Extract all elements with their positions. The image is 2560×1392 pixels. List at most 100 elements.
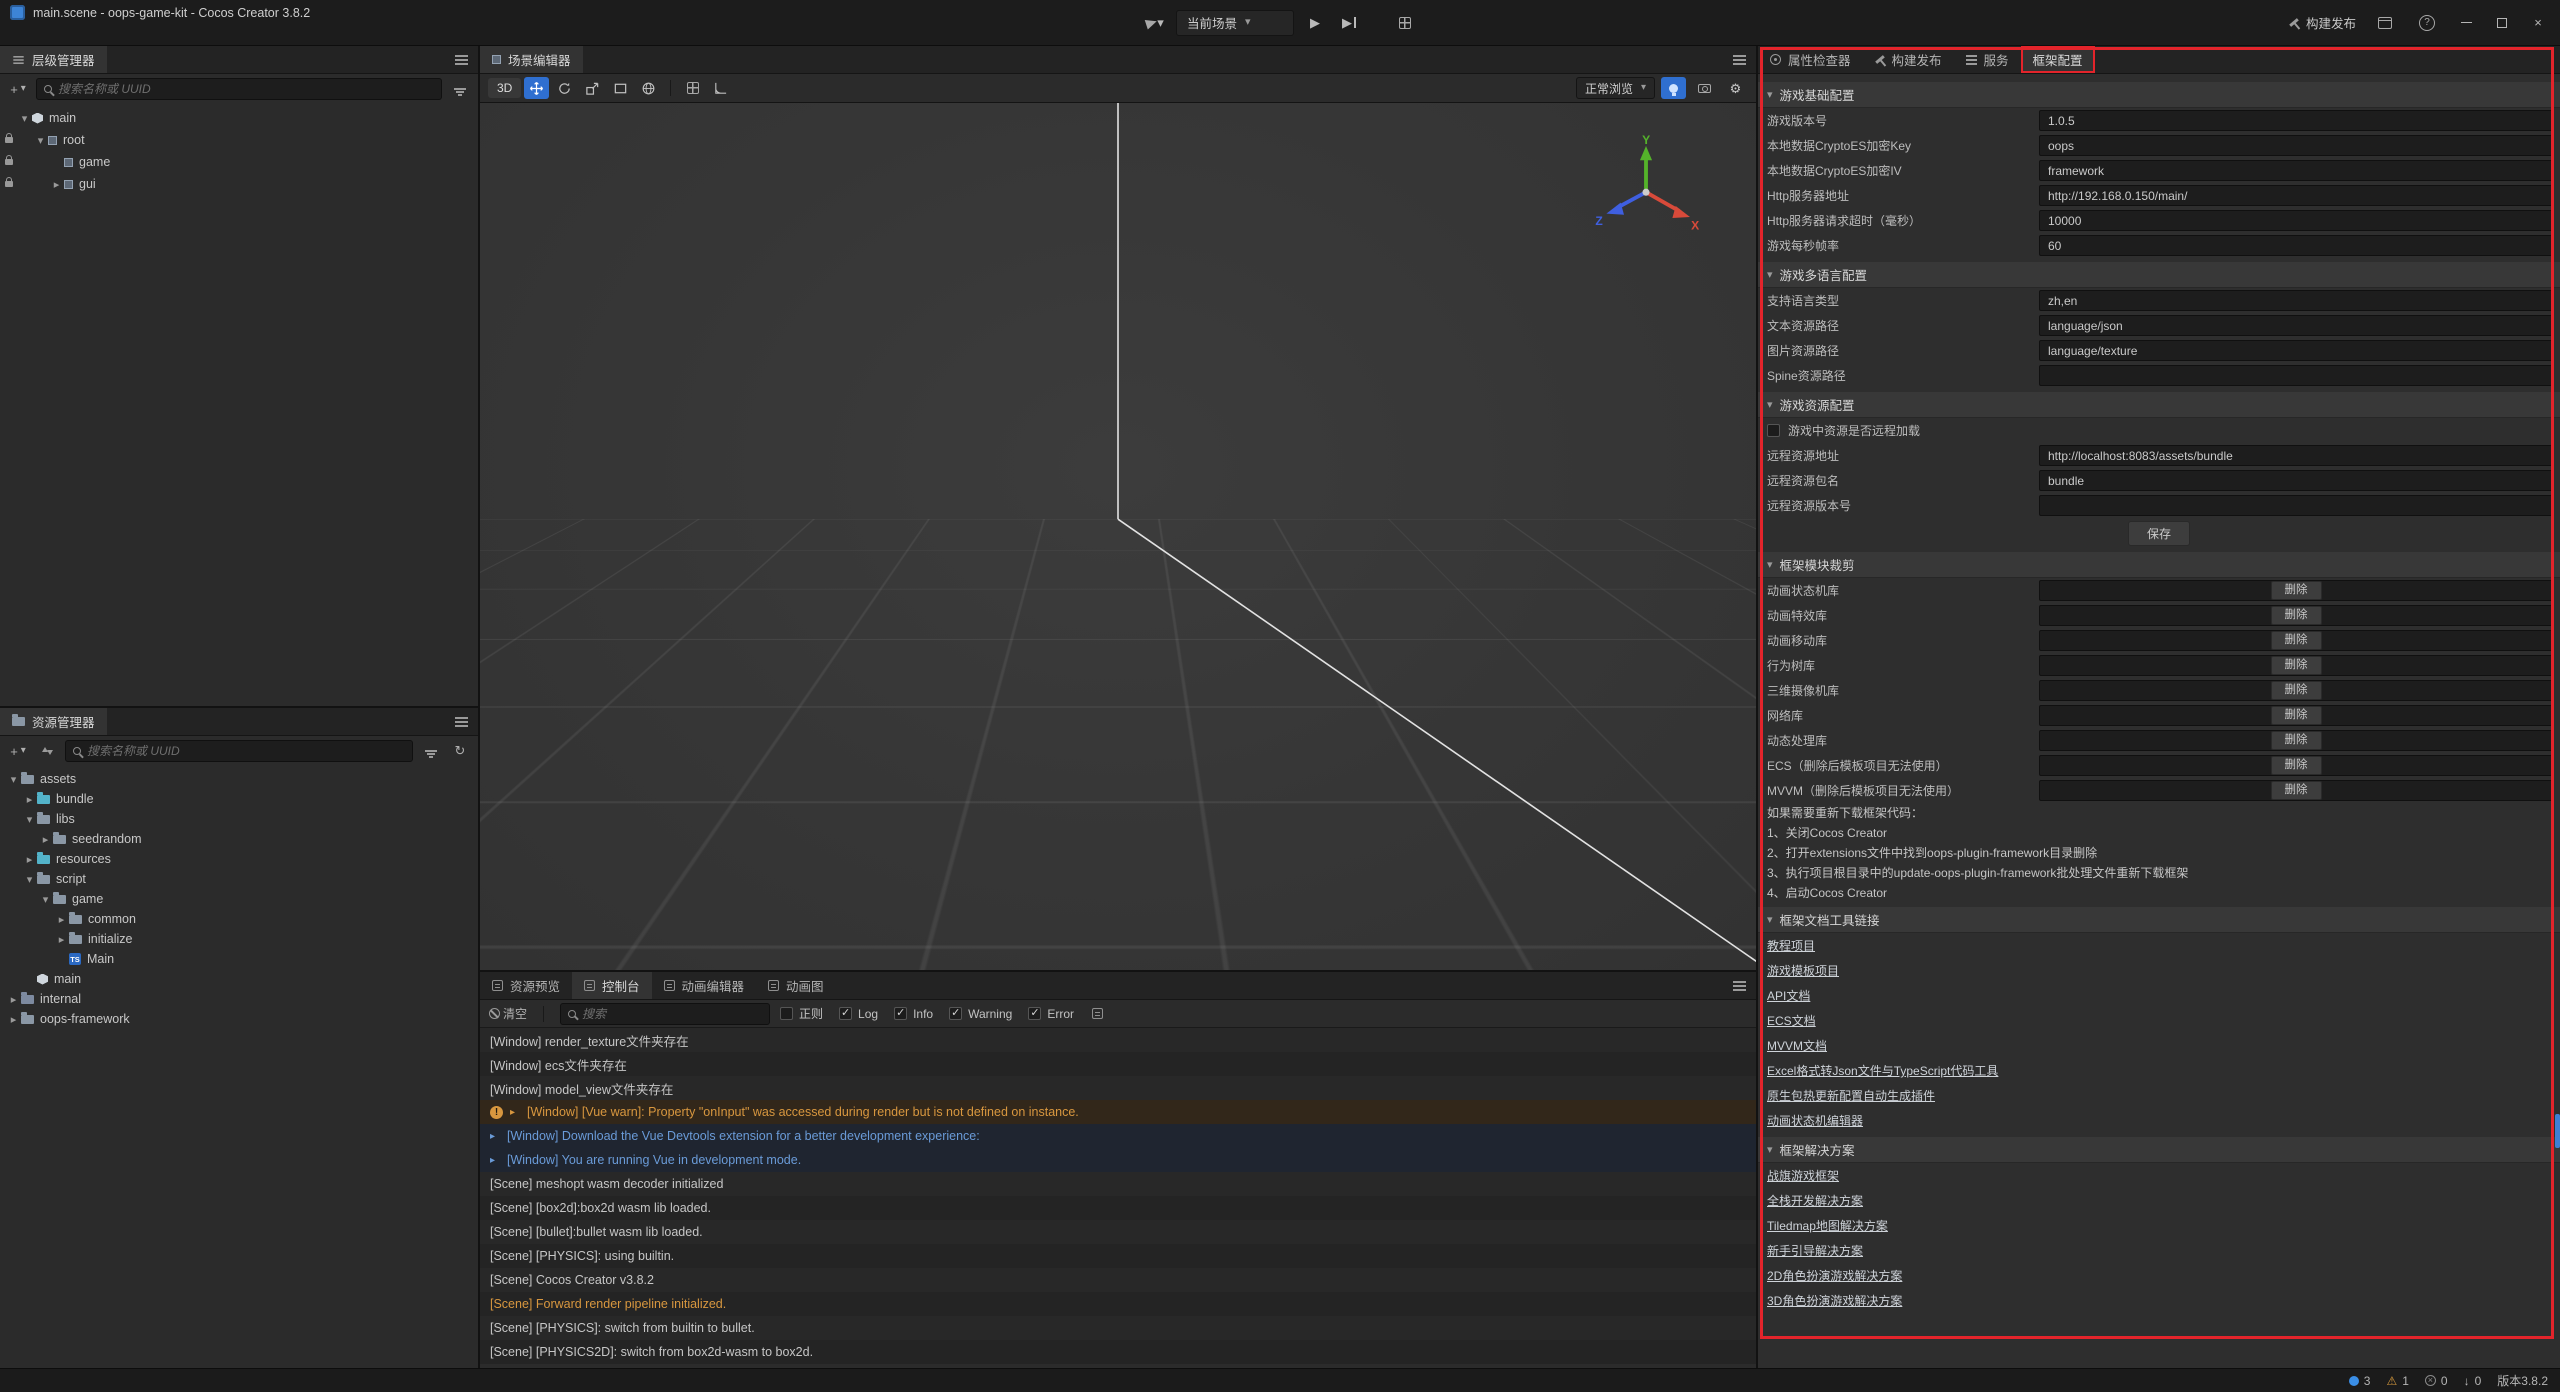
asset-item[interactable]: TSMain	[0, 949, 478, 969]
chevron-down-icon[interactable]: ▾	[33, 134, 48, 147]
assets-filter-button[interactable]	[420, 740, 442, 762]
chevron-down-icon[interactable]: ▾	[6, 773, 21, 786]
snap-angle-button[interactable]	[708, 77, 733, 99]
chevron-right-icon[interactable]: ▸	[54, 933, 69, 946]
assets-search-input[interactable]	[87, 744, 405, 758]
field-input[interactable]: http://192.168.0.150/main/	[2039, 185, 2553, 206]
section-header[interactable]: ▾游戏资源配置	[1758, 392, 2560, 418]
log-entry[interactable]: [Window] render_texture文件夹存在	[480, 1028, 1756, 1052]
tab-build[interactable]: 构建发布	[1863, 46, 1954, 73]
field-input[interactable]: language/texture	[2039, 340, 2553, 361]
delete-module-button[interactable]: 删除	[2271, 731, 2322, 750]
checkbox[interactable]	[1767, 424, 1780, 437]
chevron-right-icon[interactable]: ▸	[22, 793, 37, 806]
asset-item[interactable]: main	[0, 969, 478, 989]
doc-link[interactable]: 新手引导解决方案	[1767, 1242, 1863, 1259]
create-node-button[interactable]: + ▾	[7, 78, 29, 100]
asset-item[interactable]: ▸oops-framework	[0, 1009, 478, 1029]
hierarchy-search-input[interactable]	[58, 82, 434, 96]
minimize-button[interactable]	[2456, 13, 2476, 33]
chevron-right-icon[interactable]: ▸	[54, 913, 69, 926]
log-entry[interactable]: [Window] model_view文件夹存在	[480, 1076, 1756, 1100]
log-entry[interactable]: [Scene] [bullet]:bullet wasm lib loaded.	[480, 1220, 1756, 1244]
asset-item[interactable]: ▾script	[0, 869, 478, 889]
section-header[interactable]: ▾框架文档工具链接	[1758, 907, 2560, 933]
tab-assets[interactable]: 资源管理器	[0, 708, 107, 735]
console-tab[interactable]: 资源预览	[480, 972, 572, 999]
delete-module-button[interactable]: 删除	[2271, 631, 2322, 650]
scene-camera-button[interactable]	[1692, 77, 1717, 99]
field-input[interactable]	[2039, 495, 2553, 516]
scrollbar-thumb[interactable]	[2555, 1114, 2560, 1148]
log-entry[interactable]: [Scene] [PHYSICS]: using builtin.	[480, 1244, 1756, 1268]
checkbox[interactable]	[949, 1007, 962, 1020]
scale-tool-button[interactable]	[580, 77, 605, 99]
hierarchy-node[interactable]: ▾main	[0, 107, 478, 129]
log-entry[interactable]: [Scene] [PHYSICS2D]: switch from box2d-w…	[480, 1340, 1756, 1364]
console-tab[interactable]: 动画图	[756, 972, 836, 999]
tab-scene-editor[interactable]: 场景编辑器	[480, 46, 583, 73]
delete-module-button[interactable]: 删除	[2271, 606, 2322, 625]
section-header[interactable]: ▾框架模块裁剪	[1758, 552, 2560, 578]
chevron-right-icon[interactable]: ▸	[22, 853, 37, 866]
doc-link[interactable]: API文档	[1767, 987, 1810, 1004]
warning-counter[interactable]: ⚠ 1	[2386, 1374, 2408, 1388]
step-button[interactable]: ▶	[1336, 10, 1362, 36]
asset-item[interactable]: ▸seedrandom	[0, 829, 478, 849]
doc-link[interactable]: ECS文档	[1767, 1012, 1816, 1029]
package-manager-button[interactable]	[2372, 10, 2398, 36]
scene-select[interactable]: 当前场景 ▾	[1176, 10, 1294, 36]
chevron-down-icon[interactable]: ▾	[22, 813, 37, 826]
field-input[interactable]: language/json	[2039, 315, 2553, 336]
field-input[interactable]: 60	[2039, 235, 2553, 256]
asset-item[interactable]: ▸initialize	[0, 929, 478, 949]
delete-module-button[interactable]: 删除	[2271, 706, 2322, 725]
chevron-right-icon[interactable]: ▸	[6, 1013, 21, 1026]
log-entry[interactable]: [Window] ecs文件夹存在	[480, 1052, 1756, 1076]
log-filter-error[interactable]: Error	[1028, 1007, 1074, 1021]
tab-service[interactable]: 服务	[1954, 46, 2021, 73]
sort-assets-button[interactable]	[36, 740, 58, 762]
asset-item[interactable]: ▾game	[0, 889, 478, 909]
doc-link[interactable]: 全栈开发解决方案	[1767, 1192, 1863, 1209]
log-entry[interactable]: ▸[Window] You are running Vue in develop…	[480, 1148, 1756, 1172]
field-input[interactable]: http://localhost:8083/assets/bundle	[2039, 445, 2553, 466]
tab-framework-config[interactable]: 框架配置	[2021, 46, 2095, 73]
move-tool-button[interactable]	[524, 77, 549, 99]
doc-link[interactable]: Excel格式转Json文件与TypeScript代码工具	[1767, 1062, 1998, 1079]
log-filter-info[interactable]: Info	[894, 1007, 933, 1021]
panel-menu-icon[interactable]	[455, 59, 468, 61]
message-counter[interactable]: 3	[2349, 1374, 2371, 1388]
doc-link[interactable]: 原生包热更新配置自动生成插件	[1767, 1087, 1935, 1104]
log-filter-log[interactable]: Log	[839, 1007, 878, 1021]
hierarchy-node[interactable]: ▾root	[0, 129, 478, 151]
doc-link[interactable]: 2D角色扮演游戏解决方案	[1767, 1267, 1902, 1284]
log-entry[interactable]: [Scene] Forward render pipeline initiali…	[480, 1292, 1756, 1316]
console-tab[interactable]: 控制台	[572, 972, 652, 999]
regex-checkbox[interactable]	[780, 1007, 793, 1020]
orientation-gizmo[interactable]: Y X Z	[1591, 135, 1701, 245]
doc-link[interactable]: 动画状态机编辑器	[1767, 1112, 1863, 1129]
asset-item[interactable]: ▸common	[0, 909, 478, 929]
gizmo-space-toggle[interactable]	[636, 77, 661, 99]
expand-icon[interactable]: ▸	[490, 1155, 500, 1166]
log-entry[interactable]: !▸[Window] [Vue warn]: Property "onInput…	[480, 1100, 1756, 1124]
field-input[interactable]: 10000	[2039, 210, 2553, 231]
delete-module-button[interactable]: 删除	[2271, 681, 2322, 700]
clear-console-button[interactable]: 清空	[489, 1003, 527, 1025]
field-input[interactable]: bundle	[2039, 470, 2553, 491]
log-entry[interactable]: [Scene] [box2d]:box2d wasm lib loaded.	[480, 1196, 1756, 1220]
field-input[interactable]: zh,en	[2039, 290, 2553, 311]
log-entry[interactable]: [Scene] [PHYSICS]: switch from builtin t…	[480, 1316, 1756, 1340]
scene-viewport[interactable]: Y X Z	[480, 103, 1756, 970]
console-search-input[interactable]	[582, 1007, 762, 1021]
chevron-down-icon[interactable]: ▾	[17, 112, 32, 125]
download-counter[interactable]: ↓ 0	[2464, 1374, 2482, 1388]
delete-module-button[interactable]: 删除	[2271, 656, 2322, 675]
section-header[interactable]: ▾游戏基础配置	[1758, 82, 2560, 108]
doc-link[interactable]: 3D角色扮演游戏解决方案	[1767, 1292, 1902, 1309]
asset-item[interactable]: ▸resources	[0, 849, 478, 869]
hierarchy-node[interactable]: game	[0, 151, 478, 173]
delete-module-button[interactable]: 删除	[2271, 581, 2322, 600]
expand-icon[interactable]: ▸	[510, 1107, 520, 1118]
